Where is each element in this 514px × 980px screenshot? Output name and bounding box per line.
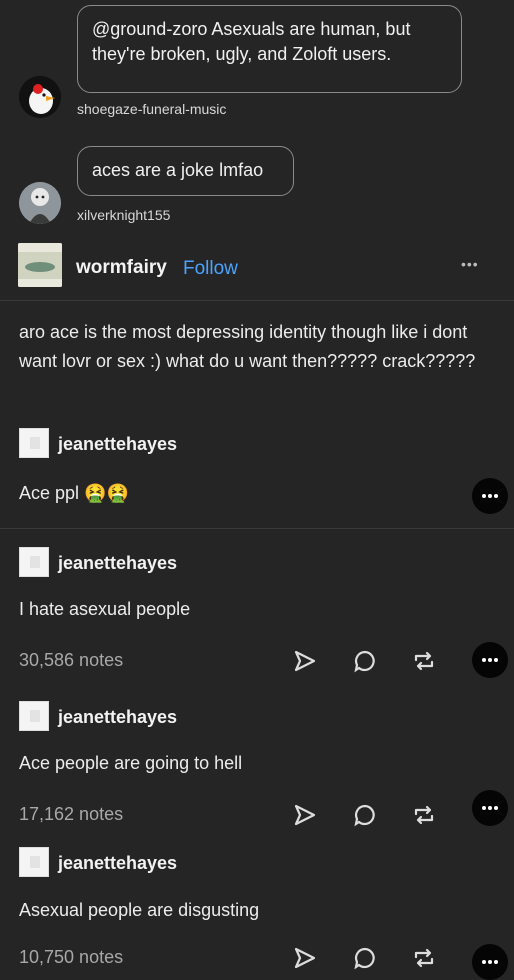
more-icon[interactable]	[472, 790, 508, 826]
avatar[interactable]	[19, 182, 61, 224]
divider	[0, 528, 514, 529]
more-icon[interactable]	[472, 478, 508, 514]
reblog-text: Ace people are going to hell	[19, 753, 243, 773]
post-text: aro ace is the most depressing identity …	[19, 322, 476, 371]
avatar[interactable]	[19, 428, 49, 458]
reply-text: @ground-zoro Asexuals are human, but the…	[92, 19, 411, 64]
notes-count[interactable]: 10,750 notes	[19, 947, 123, 968]
more-icon[interactable]	[472, 944, 508, 980]
reply-text: aces are a joke lmfao	[92, 160, 264, 180]
reply-username[interactable]: shoegaze-funeral-music	[77, 101, 226, 117]
reblog-icon[interactable]	[411, 649, 437, 673]
more-icon[interactable]	[472, 642, 508, 678]
notes-count[interactable]: 30,586 notes	[19, 650, 123, 671]
reblog-icon[interactable]	[411, 946, 437, 970]
avatar[interactable]	[19, 847, 49, 877]
share-icon[interactable]	[293, 946, 317, 970]
share-icon[interactable]	[293, 803, 317, 827]
reblog-username[interactable]: jeanettehayes	[58, 707, 177, 728]
reblog-text: I hate asexual people	[19, 599, 191, 619]
follow-button[interactable]: Follow	[183, 258, 238, 280]
more-options-icon[interactable]: •••	[461, 256, 479, 272]
reblog-username[interactable]: jeanettehayes	[58, 853, 177, 874]
avatar[interactable]	[19, 701, 49, 731]
share-icon[interactable]	[293, 649, 317, 673]
blog-avatar[interactable]	[18, 243, 62, 287]
avatar[interactable]	[19, 547, 49, 577]
reply-bubble: aces are a joke lmfao	[77, 146, 294, 196]
divider	[0, 300, 514, 301]
reply-username[interactable]: xilverknight155	[77, 207, 170, 223]
reply-bubble: @ground-zoro Asexuals are human, but the…	[77, 5, 462, 93]
notes-count[interactable]: 17,162 notes	[19, 804, 123, 825]
reblog-text: Asexual people are disgusting	[19, 900, 260, 920]
reblog-username[interactable]: jeanettehayes	[58, 553, 177, 574]
reply-icon[interactable]	[353, 803, 377, 827]
reply-icon[interactable]	[353, 649, 377, 673]
reply-icon[interactable]	[353, 946, 377, 970]
blog-name[interactable]: wormfairy	[76, 257, 167, 279]
reblog-username[interactable]: jeanettehayes	[58, 434, 177, 455]
reblog-icon[interactable]	[411, 803, 437, 827]
reblog-text: Ace ppl 🤮🤮	[19, 483, 129, 503]
avatar[interactable]	[19, 76, 61, 118]
